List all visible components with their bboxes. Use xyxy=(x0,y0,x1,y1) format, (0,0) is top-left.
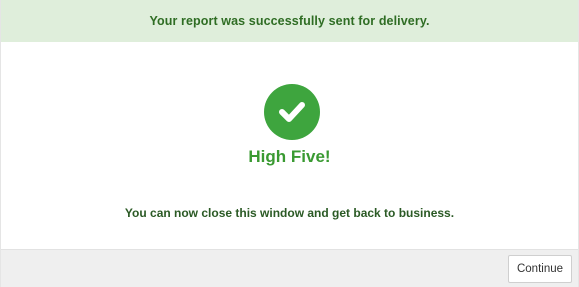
banner-message: Your report was successfully sent for de… xyxy=(149,14,430,28)
success-dialog: Your report was successfully sent for de… xyxy=(0,0,579,287)
success-headline: High Five! xyxy=(248,147,331,166)
success-banner: Your report was successfully sent for de… xyxy=(1,0,578,42)
checkmark-icon xyxy=(264,84,320,140)
success-message: You can now close this window and get ba… xyxy=(124,206,455,220)
checkmark-glyph xyxy=(279,102,305,122)
continue-button[interactable]: Continue xyxy=(508,255,572,283)
dialog-footer: Continue xyxy=(1,249,578,287)
